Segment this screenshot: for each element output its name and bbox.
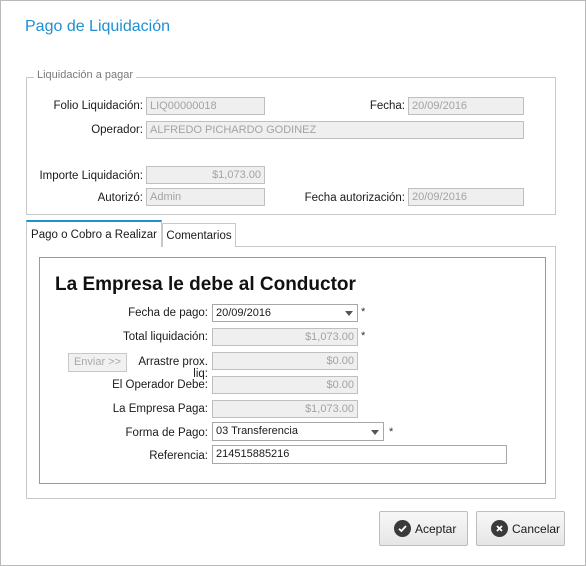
fecha-autorizacion-field[interactable]: 20/09/2016: [408, 188, 524, 206]
tab-pago-cobro[interactable]: Pago o Cobro a Realizar: [26, 220, 162, 247]
aceptar-button[interactable]: Aceptar: [379, 511, 468, 546]
fecha-pago-label: Fecha de pago:: [128, 307, 208, 319]
fecha-pago-picker[interactable]: 20/09/2016: [212, 304, 358, 322]
folio-field[interactable]: LIQ00000018: [146, 97, 265, 115]
enviar-button[interactable]: Enviar >>: [68, 353, 127, 372]
required-mark: *: [361, 330, 366, 342]
operador-label: Operador:: [91, 124, 143, 136]
referencia-label: Referencia:: [149, 450, 208, 462]
fecha-pago-value: 20/09/2016: [216, 307, 272, 319]
autorizo-field[interactable]: Admin: [146, 188, 265, 206]
forma-pago-value: 03 Transferencia: [216, 425, 298, 437]
cancelar-button[interactable]: Cancelar: [476, 511, 565, 546]
operador-field[interactable]: ALFREDO PICHARDO GODINEZ: [146, 121, 524, 139]
arrastre-label: Arrastre prox. liq:: [138, 356, 208, 380]
chevron-down-icon[interactable]: [371, 430, 379, 435]
chevron-down-icon[interactable]: [345, 311, 353, 316]
operador-debe-label: El Operador Debe:: [112, 379, 208, 391]
operador-debe-field[interactable]: $0.00: [212, 376, 358, 394]
importe-label: Importe Liquidación:: [39, 170, 143, 182]
dialog-window: Pago de Liquidación Liquidación a pagar …: [0, 0, 586, 566]
pago-heading: La Empresa le debe al Conductor: [55, 274, 356, 295]
total-liquidacion-label: Total liquidación:: [122, 331, 208, 343]
tab-comentarios[interactable]: Comentarios: [162, 223, 236, 247]
forma-pago-select[interactable]: 03 Transferencia: [212, 422, 384, 441]
tab-join: [27, 245, 161, 248]
aceptar-label: Aceptar: [415, 521, 457, 536]
autorizo-label: Autorizó:: [97, 192, 143, 204]
fecha-autorizacion-label: Fecha autorización:: [304, 192, 405, 204]
referencia-input[interactable]: 214515885216: [212, 445, 507, 464]
empresa-paga-label: La Empresa Paga:: [112, 403, 208, 415]
importe-field[interactable]: $1,073.00: [146, 166, 265, 184]
arrastre-field[interactable]: $0.00: [212, 352, 358, 370]
fecha-label: Fecha:: [369, 100, 405, 112]
cancelar-label: Cancelar: [512, 521, 561, 536]
liquidacion-group-legend: Liquidación a pagar: [34, 69, 137, 81]
x-circle-icon: [491, 520, 508, 537]
dialog-title: Pago de Liquidación: [25, 18, 171, 35]
folio-label: Folio Liquidación:: [53, 100, 143, 112]
fecha-field[interactable]: 20/09/2016: [408, 97, 524, 115]
empresa-paga-field[interactable]: $1,073.00: [212, 400, 358, 418]
required-mark: *: [389, 426, 394, 438]
forma-pago-label: Forma de Pago:: [125, 427, 208, 439]
required-mark: *: [361, 306, 366, 318]
check-circle-icon: [394, 520, 411, 537]
total-liquidacion-field[interactable]: $1,073.00: [212, 328, 358, 346]
